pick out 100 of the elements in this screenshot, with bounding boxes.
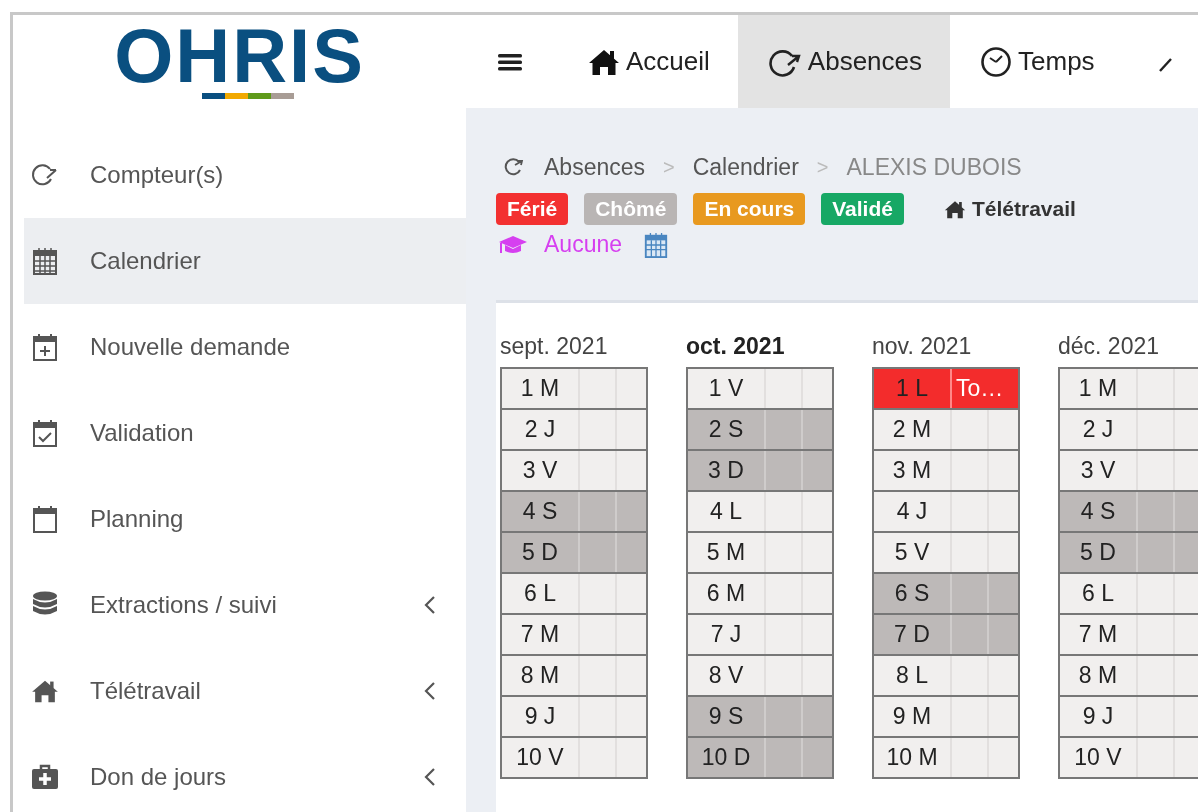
day-label: 8 L	[895, 661, 929, 690]
day-label: 2 J	[523, 415, 557, 444]
sidebar-item[interactable]: Planning	[24, 476, 466, 562]
chevron-left-icon	[424, 681, 436, 701]
day-label: 8 M	[519, 661, 561, 690]
calendar-day[interactable]: 2 J	[502, 410, 646, 451]
sidebar-item[interactable]: Validation	[24, 390, 466, 476]
sidebar-item[interactable]: Don de jours	[24, 734, 466, 812]
calendar-day[interactable]: 7 M	[1060, 615, 1198, 656]
day-label: 8 V	[707, 661, 745, 690]
calendar-day[interactable]: 5 D	[502, 533, 646, 574]
calendar-day[interactable]: 1 V	[688, 369, 832, 410]
day-label: 2 S	[707, 415, 745, 444]
breadcrumb-current: ALEXIS DUBOIS	[846, 153, 1022, 181]
calendar-day[interactable]: 10 D	[688, 738, 832, 779]
calendar-day[interactable]: 7 M	[502, 615, 646, 656]
calendar-day[interactable]: 9 J	[1060, 697, 1198, 738]
logo-text: OHRIS	[114, 21, 365, 91]
calendar-day[interactable]: 10 V	[1060, 738, 1198, 779]
calendar-day[interactable]: 7 J	[688, 615, 832, 656]
day-label: 5 V	[893, 538, 931, 567]
calendar-day[interactable]: 2 J	[1060, 410, 1198, 451]
calendar-day[interactable]: 6 L	[502, 574, 646, 615]
sidebar-item[interactable]: Télétravail	[24, 648, 466, 734]
calendar-day[interactable]: 3 V	[1060, 451, 1198, 492]
graduation-cap-icon	[498, 233, 528, 256]
calendar-day[interactable]: 1 M	[502, 369, 646, 410]
sidebar-item[interactable]: Nouvelle demande	[24, 304, 466, 390]
menu-icon[interactable]	[498, 51, 522, 72]
day-label: 7 M	[519, 620, 561, 649]
calendar-icon	[33, 505, 57, 533]
clock-icon	[980, 45, 1012, 78]
home-icon	[31, 679, 59, 703]
day-label: 10 V	[1073, 743, 1123, 772]
day-label: 7 J	[709, 620, 743, 649]
nav-tab[interactable]: Absences	[737, 15, 950, 108]
day-label: 2 J	[1081, 415, 1115, 444]
day-label: 5 D	[1079, 538, 1117, 567]
calendar-day[interactable]: 8 M	[1060, 656, 1198, 697]
sidebar-item[interactable]: Calendrier	[24, 218, 466, 304]
day-label: 1 M	[1077, 374, 1119, 403]
refresh-icon	[31, 163, 59, 187]
day-label: 1 L	[895, 374, 929, 403]
day-label: 5 M	[705, 538, 747, 567]
legend-label: Aucune	[544, 231, 622, 258]
calendar-day[interactable]: 8 V	[688, 656, 832, 697]
day-label: 6 L	[523, 579, 557, 608]
breadcrumb-link[interactable]: Calendrier	[692, 153, 799, 181]
home-icon	[943, 199, 966, 219]
day-label: 5 D	[521, 538, 559, 567]
calendar-day[interactable]: 4 S	[502, 492, 646, 533]
month-title: oct. 2021	[686, 333, 786, 361]
legend-tag: Férié	[496, 193, 569, 225]
calendar-day[interactable]: 4 J	[874, 492, 1018, 533]
calendar-day[interactable]: 9 M	[874, 697, 1018, 738]
legend-tag: Validé	[821, 193, 904, 225]
calendar-day[interactable]: 2 M	[874, 410, 1018, 451]
calendar-day[interactable]: 8 M	[502, 656, 646, 697]
calendar-day[interactable]: 9 S	[688, 697, 832, 738]
legend-tag: En cours	[693, 193, 806, 225]
day-note: To…	[950, 369, 1018, 408]
calendar-day[interactable]: 9 J	[502, 697, 646, 738]
calendar-day[interactable]: 7 D	[874, 615, 1018, 656]
day-label: 9 J	[523, 702, 557, 731]
calendar-plus-icon	[33, 333, 57, 361]
calendar-day[interactable]: 3 D	[688, 451, 832, 492]
calendar-day[interactable]: 3 V	[502, 451, 646, 492]
day-label: 6 M	[705, 579, 747, 608]
calendar-icon	[33, 247, 57, 275]
sidebar-item[interactable]: Extractions / suivi	[24, 562, 466, 648]
calendar-day[interactable]: 5 M	[688, 533, 832, 574]
breadcrumb-separator: >	[663, 155, 675, 179]
calendar-day[interactable]: 10 M	[874, 738, 1018, 779]
breadcrumb-link[interactable]: Absences	[544, 153, 645, 181]
day-label: 4 J	[895, 497, 929, 526]
day-label: 3 V	[1079, 456, 1117, 485]
sidebar-item[interactable]: Compteur(s)	[24, 132, 466, 218]
calendar-day[interactable]: 6 M	[688, 574, 832, 615]
calendar-day[interactable]: 1 L To…	[874, 369, 1018, 410]
day-label: 1 V	[707, 374, 745, 403]
month-title: nov. 2021	[872, 333, 973, 361]
calendar-day[interactable]: 8 L	[874, 656, 1018, 697]
day-label: 6 L	[1081, 579, 1115, 608]
calendar-icon[interactable]	[644, 231, 668, 258]
calendar-day[interactable]: 4 L	[688, 492, 832, 533]
calendar-day[interactable]: 10 V	[502, 738, 646, 779]
calendar-day[interactable]: 1 M	[1060, 369, 1198, 410]
calendar-day[interactable]: 5 V	[874, 533, 1018, 574]
day-label: 3 V	[521, 456, 559, 485]
day-label: 4 S	[521, 497, 559, 526]
calendar-day[interactable]: 2 S	[688, 410, 832, 451]
breadcrumb-separator: >	[816, 155, 829, 179]
calendar-day[interactable]: 3 M	[874, 451, 1018, 492]
calendar-day[interactable]: 4 S	[1060, 492, 1198, 533]
calendar-day[interactable]: 6 S	[874, 574, 1018, 615]
month-title: sept. 2021	[500, 333, 609, 361]
medical-kit-icon	[31, 764, 59, 790]
calendar-day[interactable]: 5 D	[1060, 533, 1198, 574]
day-label: 10 V	[515, 743, 565, 772]
calendar-day[interactable]: 6 L	[1060, 574, 1198, 615]
